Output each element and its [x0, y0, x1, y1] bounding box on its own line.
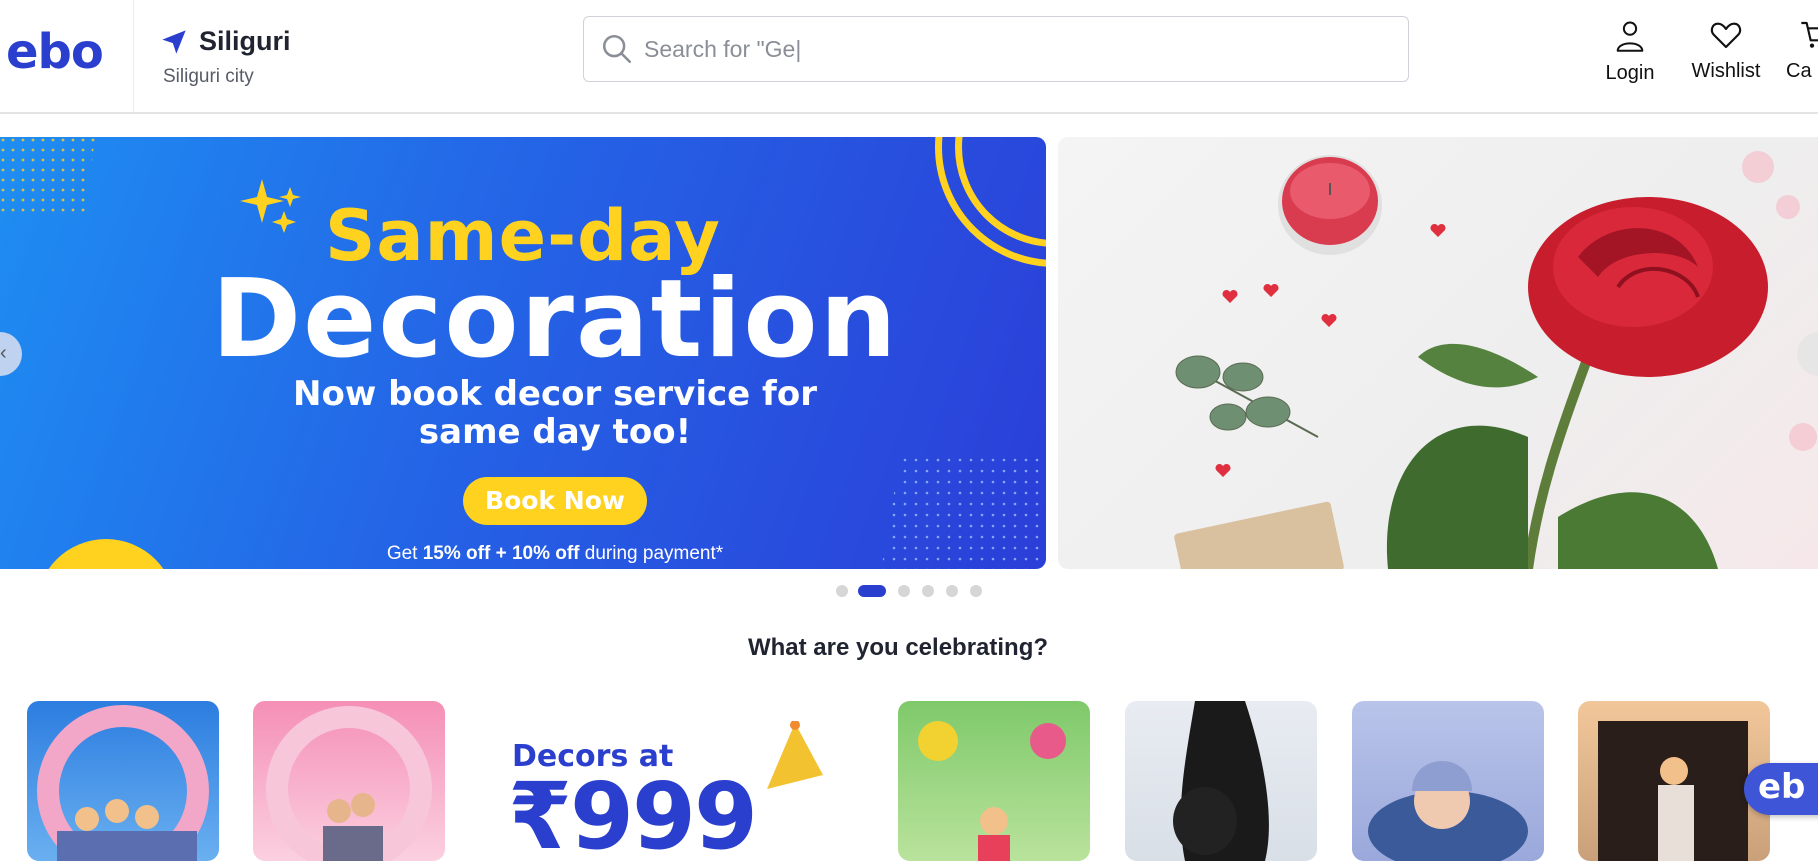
- category-card-newborn[interactable]: [1352, 701, 1544, 861]
- search-box[interactable]: [583, 16, 1409, 82]
- carousel-dot[interactable]: [898, 585, 910, 597]
- footnote-prefix: Get: [386, 543, 423, 564]
- location-city[interactable]: Siliguri: [199, 26, 291, 57]
- footnote-suffix: during payment*: [579, 543, 724, 564]
- location-arrow-icon[interactable]: [160, 28, 188, 56]
- sparkle-icon: [240, 179, 301, 233]
- section-title: What are you celebrating?: [747, 634, 1049, 661]
- rose-banner[interactable]: [1058, 137, 1818, 569]
- same-day-decoration-banner[interactable]: Same-day Decoration Now book decor servi…: [0, 137, 1046, 569]
- birthday-couple-image: [266, 706, 432, 861]
- newborn-image: [1368, 761, 1528, 861]
- footnote-bold: 15% off + 10% off: [422, 543, 580, 564]
- banner-subtitle: Now book decor service for same day too!: [0, 375, 1046, 451]
- wishlist-button[interactable]: Wishlist: [1681, 20, 1771, 83]
- heart-icon: [1710, 22, 1742, 49]
- party-hat-icon: [767, 721, 823, 789]
- balloon-backdrop-image: [1598, 721, 1748, 861]
- carousel-dot[interactable]: [922, 585, 934, 597]
- banner-title-line2: Decoration: [211, 257, 899, 382]
- carousel-dot[interactable]: [970, 585, 982, 597]
- ebo-logo[interactable]: ebo: [6, 22, 104, 82]
- kids-birthday-image: [918, 721, 1066, 861]
- chevron-left-icon: ‹: [0, 342, 7, 364]
- header-divider: [133, 0, 134, 112]
- rose-image: [1174, 151, 1817, 569]
- user-icon: [1616, 21, 1644, 52]
- category-card-decors-999[interactable]: Decors at ₹999: [480, 701, 864, 861]
- category-card-birthday[interactable]: [27, 701, 219, 861]
- category-card-kids[interactable]: [898, 701, 1090, 861]
- cart-button[interactable]: Ca: [1786, 20, 1818, 83]
- carousel-dot-active[interactable]: [858, 585, 886, 597]
- cart-label: Ca: [1786, 60, 1812, 82]
- search-icon: [602, 34, 632, 64]
- chat-widget-button[interactable]: eb: [1744, 763, 1818, 815]
- location-subtitle[interactable]: Siliguri city: [163, 66, 254, 88]
- banner-subtitle-line1: Now book decor service for: [293, 374, 817, 414]
- wishlist-label: Wishlist: [1691, 60, 1761, 82]
- carousel-dot[interactable]: [946, 585, 958, 597]
- login-label: Login: [1605, 62, 1655, 84]
- birthday-family-image: [37, 705, 209, 861]
- book-now-button[interactable]: Book Now: [463, 477, 647, 525]
- category-card-baby-shower[interactable]: [1125, 701, 1317, 861]
- category-card-couple[interactable]: [253, 701, 445, 861]
- maternity-image: [1173, 701, 1269, 861]
- banner-subtitle-line2: same day too!: [418, 412, 692, 452]
- search-input[interactable]: [644, 27, 1384, 71]
- dot-pattern-decoration: [0, 137, 95, 217]
- login-button[interactable]: Login: [1585, 20, 1675, 85]
- carousel-dot[interactable]: [836, 585, 848, 597]
- cart-icon: [1801, 21, 1818, 48]
- category-card-balloon-backdrop[interactable]: [1578, 701, 1770, 861]
- top-header: ebo Siliguri Siliguri city Login Wishlis…: [0, 0, 1818, 114]
- chat-widget-label: eb: [1758, 767, 1806, 807]
